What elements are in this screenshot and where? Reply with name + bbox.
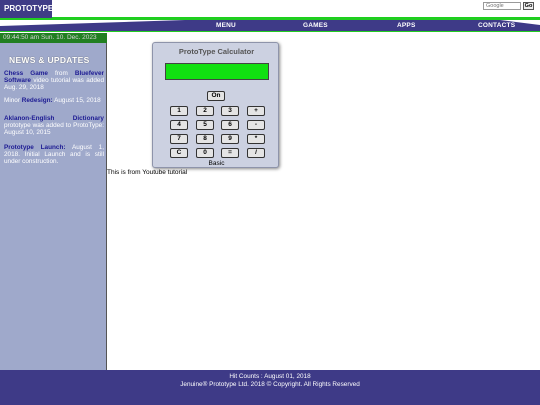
key-3[interactable]: 3	[221, 106, 239, 116]
calculator-mode-label: Basic	[208, 160, 225, 167]
news-item-launch: Prototype Launch: August 1, 2018. Initia…	[4, 144, 104, 166]
sidebar: 09:44:50 am Sun. 10. Dec. 2023 NEWS & UP…	[0, 33, 107, 370]
news-text: prototype was added to ProtoType: August…	[4, 122, 104, 137]
search-input[interactable]	[483, 2, 521, 10]
key-7[interactable]: 7	[170, 134, 188, 144]
news-link-chess[interactable]: Chess Game	[4, 70, 48, 77]
hit-counts: Hit Counts : August 01, 2018	[229, 373, 311, 380]
tutorial-caption: This is from Youtube tutorial	[107, 169, 188, 176]
calculator-display	[165, 63, 269, 80]
key-0[interactable]: 0	[196, 148, 214, 158]
nav-item-contacts[interactable]: CONTACTS	[478, 20, 515, 32]
on-button[interactable]: On	[207, 91, 225, 101]
key-multiply[interactable]: *	[247, 134, 265, 144]
key-4[interactable]: 4	[170, 120, 188, 130]
nav-item-games[interactable]: GAMES	[303, 20, 328, 32]
key-equals[interactable]: =	[221, 148, 239, 158]
site-logo[interactable]: PROTOTYPE	[0, 0, 53, 18]
copyright-notice: Jenuine® Prototype Ltd. 2018 © Copyright…	[180, 381, 360, 388]
nav-item-menu[interactable]: MENU	[216, 20, 236, 32]
nav-item-apps[interactable]: APPS	[397, 20, 416, 32]
news-heading: NEWS & UPDATES	[9, 55, 90, 65]
news-link-launch[interactable]: Prototype Launch:	[4, 144, 66, 151]
news-item-redesign: Minor Redesign: August 15, 2018	[4, 97, 104, 104]
calculator-panel: ProtoType Calculator On 1 2 3 + 4 5 6 - …	[152, 42, 279, 168]
news-text: August 15, 2018	[52, 97, 101, 104]
key-minus[interactable]: -	[247, 120, 265, 130]
search-go-button[interactable]: Go	[523, 2, 534, 10]
top-header: PROTOTYPE Go	[0, 0, 540, 18]
news-item-chess: Chess Game from Bluefever Software video…	[4, 70, 104, 92]
key-2[interactable]: 2	[196, 106, 214, 116]
key-clear[interactable]: C	[170, 148, 188, 158]
footer: Hit Counts : August 01, 2018 Jenuine® Pr…	[0, 370, 540, 405]
key-9[interactable]: 9	[221, 134, 239, 144]
key-divide[interactable]: /	[247, 148, 265, 158]
current-datetime: 09:44:50 am Sun. 10. Dec. 2023	[0, 33, 107, 43]
key-plus[interactable]: +	[247, 106, 265, 116]
calculator-title: ProtoType Calculator	[178, 47, 255, 56]
nav-left-edge	[0, 20, 185, 26]
key-8[interactable]: 8	[196, 134, 214, 144]
news-link-redesign[interactable]: Redesign:	[22, 97, 53, 104]
news-text: from	[47, 70, 75, 77]
key-1[interactable]: 1	[170, 106, 188, 116]
key-6[interactable]: 6	[221, 120, 239, 130]
key-5[interactable]: 5	[196, 120, 214, 130]
main-nav: MENU GAMES APPS CONTACTS	[0, 20, 540, 32]
news-text: Minor	[4, 97, 22, 104]
news-link-dictionary[interactable]: Aklanon-English Dictionary	[4, 115, 104, 122]
news-item-dictionary: Aklanon-English Dictionary prototype was…	[4, 115, 104, 137]
